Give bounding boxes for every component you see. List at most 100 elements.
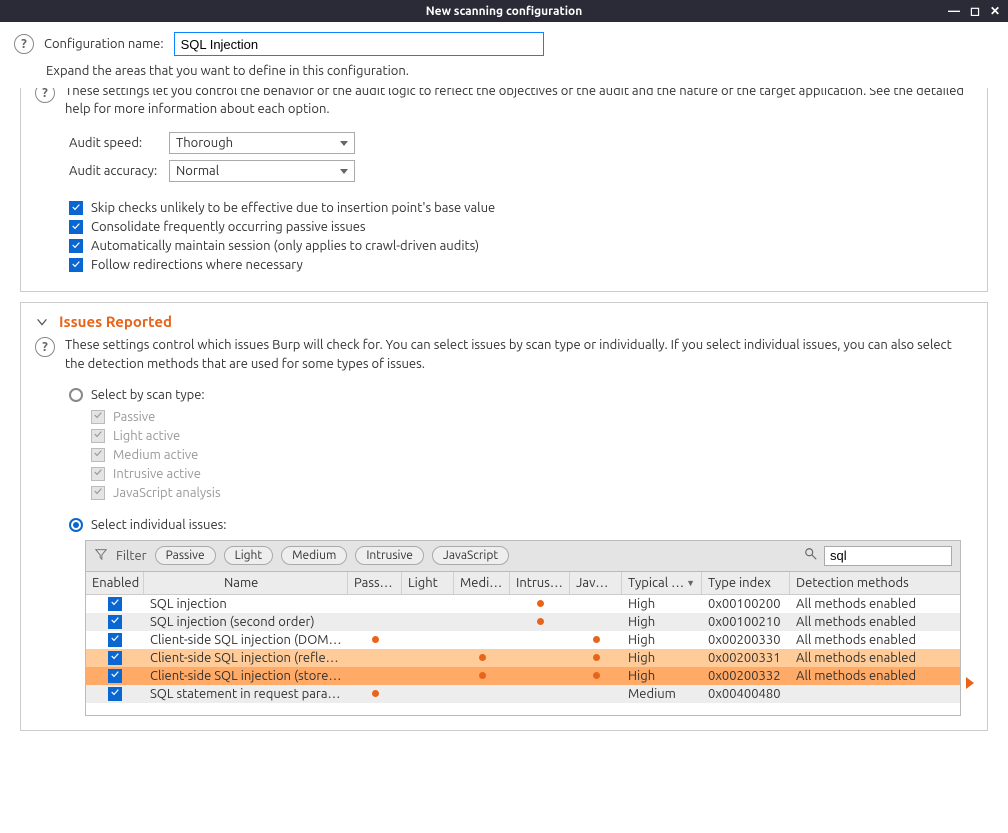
search-wrap <box>804 546 952 566</box>
config-name-input[interactable] <box>174 32 544 56</box>
table-row[interactable]: SQL statement in request param…Medium0x0… <box>86 685 960 703</box>
row-javascript <box>570 668 622 683</box>
th-typical[interactable]: Typical …▼ <box>622 572 702 594</box>
dot-icon <box>593 672 600 679</box>
th-passive[interactable]: Passive <box>348 572 402 594</box>
window-title: New scanning configuration <box>426 5 583 18</box>
help-icon[interactable]: ? <box>14 34 34 54</box>
checkbox-icon <box>108 651 122 665</box>
th-light[interactable]: Light <box>402 572 454 594</box>
pill-medium[interactable]: Medium <box>281 546 347 565</box>
row-passive <box>348 686 402 701</box>
th-intrusive[interactable]: Intrusive <box>510 572 570 594</box>
row-javascript <box>570 632 622 647</box>
row-medium <box>454 690 510 698</box>
issues-header[interactable]: Issues Reported <box>35 303 973 334</box>
help-icon[interactable]: ? <box>35 88 55 103</box>
issues-title: Issues Reported <box>59 313 172 330</box>
dot-icon <box>537 618 544 625</box>
th-enabled[interactable]: Enabled <box>86 572 144 594</box>
config-header: ? Configuration name: <box>0 22 1008 64</box>
check-maintain-label: Automatically maintain session (only app… <box>91 239 479 253</box>
issues-table: Enabled Name Passive Light Medium Intrus… <box>85 571 961 716</box>
check-consolidate[interactable]: Consolidate frequently occurring passive… <box>69 220 973 234</box>
row-medium <box>454 636 510 644</box>
checkbox-icon <box>108 597 122 611</box>
check-follow-label: Follow redirections where necessary <box>91 258 303 272</box>
audit-desc: These settings let you control the behav… <box>65 88 973 118</box>
row-detection: All methods enabled <box>790 665 930 687</box>
checkbox-icon <box>69 258 83 272</box>
row-enabled-cell[interactable] <box>86 683 144 705</box>
table-header: Enabled Name Passive Light Medium Intrus… <box>86 572 960 595</box>
scantype-passive: Passive <box>91 410 973 424</box>
pill-intrusive[interactable]: Intrusive <box>355 546 424 565</box>
row-intrusive <box>510 636 570 644</box>
audit-accuracy-label: Audit accuracy: <box>69 164 159 178</box>
row-name: SQL statement in request param… <box>144 683 348 705</box>
radio-individual[interactable]: Select individual issues: <box>69 518 973 532</box>
dot-icon <box>479 672 486 679</box>
dot-icon <box>372 636 379 643</box>
audit-speed-select[interactable]: Thorough <box>169 132 355 154</box>
checkbox-icon <box>108 687 122 701</box>
search-input[interactable] <box>824 546 952 566</box>
check-maintain-session[interactable]: Automatically maintain session (only app… <box>69 239 973 253</box>
th-name[interactable]: Name <box>144 572 348 594</box>
row-medium <box>454 668 510 683</box>
checkbox-icon <box>91 486 105 500</box>
config-name-label: Configuration name: <box>44 37 164 51</box>
row-intrusive <box>510 596 570 611</box>
help-icon[interactable]: ? <box>35 337 55 357</box>
row-severity: Medium <box>622 683 702 705</box>
radio-icon <box>69 518 83 532</box>
dot-icon <box>593 654 600 661</box>
th-medium[interactable]: Medium <box>454 572 510 594</box>
close-button[interactable]: ✕ <box>990 4 1000 18</box>
checkbox-icon <box>91 467 105 481</box>
row-javascript <box>570 650 622 665</box>
row-intrusive <box>510 672 570 680</box>
scantype-javascript: JavaScript analysis <box>91 486 973 500</box>
th-detection[interactable]: Detection methods <box>790 572 930 594</box>
maximize-button[interactable]: ◻ <box>970 4 980 18</box>
scroll-right-icon[interactable] <box>966 677 974 689</box>
content-scroll-area: ? These settings let you control the beh… <box>0 88 1008 827</box>
scantype-light-label: Light active <box>113 429 180 443</box>
filter-label: Filter <box>116 549 147 563</box>
dot-icon <box>479 654 486 661</box>
row-detection <box>790 690 930 698</box>
scantype-medium-label: Medium active <box>113 448 198 462</box>
row-light <box>402 636 454 644</box>
row-passive <box>348 654 402 662</box>
row-light <box>402 654 454 662</box>
pill-javascript[interactable]: JavaScript <box>432 546 509 565</box>
scantype-javascript-label: JavaScript analysis <box>113 486 221 500</box>
dot-icon <box>593 636 600 643</box>
th-javascript[interactable]: JavaS… <box>570 572 622 594</box>
th-typeindex[interactable]: Type index <box>702 572 790 594</box>
radio-scantype[interactable]: Select by scan type: <box>69 388 973 402</box>
check-skip[interactable]: Skip checks unlikely to be effective due… <box>69 201 973 215</box>
row-medium <box>454 650 510 665</box>
minimize-button[interactable]: — <box>948 5 960 18</box>
pill-passive[interactable]: Passive <box>155 546 216 565</box>
scantype-intrusive-label: Intrusive active <box>113 467 201 481</box>
checkbox-icon <box>108 615 122 629</box>
row-intrusive <box>510 654 570 662</box>
scantype-light: Light active <box>91 429 973 443</box>
check-skip-label: Skip checks unlikely to be effective due… <box>91 201 495 215</box>
checkbox-icon <box>91 410 105 424</box>
row-javascript <box>570 690 622 698</box>
scantype-passive-label: Passive <box>113 410 155 424</box>
check-follow-redirects[interactable]: Follow redirections where necessary <box>69 258 973 272</box>
scantype-medium: Medium active <box>91 448 973 462</box>
row-javascript <box>570 618 622 626</box>
sort-down-icon: ▼ <box>686 578 695 588</box>
row-light <box>402 672 454 680</box>
audit-accuracy-select[interactable]: Normal <box>169 160 355 182</box>
pill-light[interactable]: Light <box>224 546 274 565</box>
audit-panel: ? These settings let you control the beh… <box>20 88 988 292</box>
row-intrusive <box>510 614 570 629</box>
checkbox-icon <box>91 448 105 462</box>
